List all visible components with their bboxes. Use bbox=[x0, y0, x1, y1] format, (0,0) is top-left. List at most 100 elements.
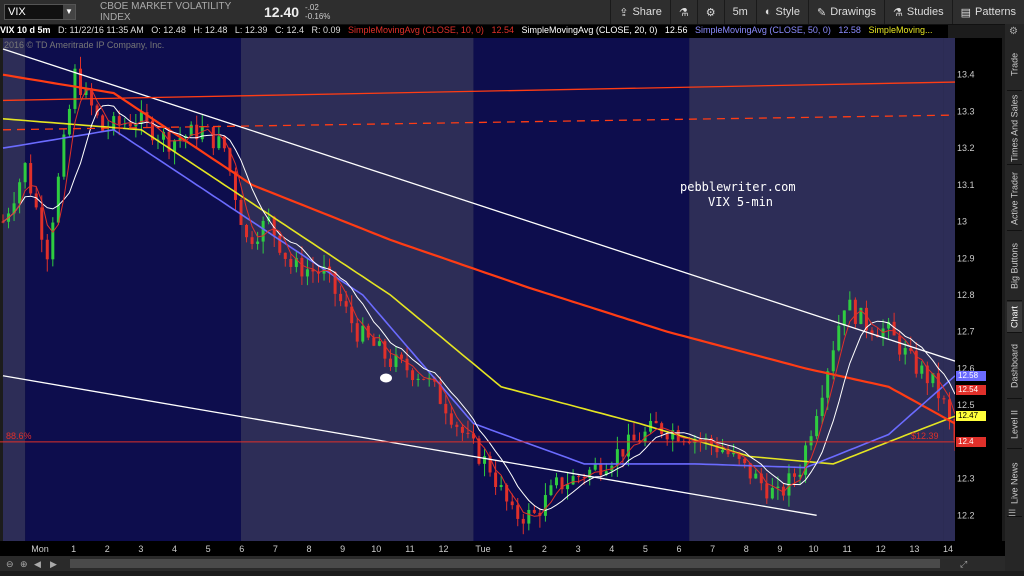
candle-body bbox=[372, 337, 376, 346]
gear-icon[interactable]: ⚙ bbox=[1009, 26, 1018, 37]
candle-body bbox=[566, 484, 570, 490]
candle-body bbox=[494, 472, 498, 488]
time-axis[interactable]: Mon 1 2 3 4 5 6 7 8 9 10 11 12 Tue 1 2 3 4 5 6 7 8 9 10 11 12 13 14 bbox=[0, 541, 1005, 556]
candle-body bbox=[23, 163, 27, 183]
scroll-right-icon[interactable]: ▶ bbox=[50, 559, 57, 569]
toolbar-button-label: Style bbox=[775, 6, 800, 18]
side-tab-level-ii[interactable]: Level II bbox=[1007, 400, 1022, 449]
sma50-label[interactable]: SimpleMovingAvg (CLOSE, 50, 0) bbox=[695, 25, 831, 35]
candle-body bbox=[527, 509, 531, 524]
marker-dot bbox=[380, 373, 392, 383]
time-tick-label: 14 bbox=[943, 544, 953, 554]
candle-body bbox=[820, 397, 824, 417]
toolbar-button-drawings[interactable]: ✎ Drawings bbox=[807, 0, 884, 24]
session-band bbox=[25, 38, 242, 541]
candle-body bbox=[261, 220, 265, 242]
side-tab-dashboard[interactable]: Dashboard bbox=[1007, 334, 1022, 399]
chevron-down-icon[interactable]: ▼ bbox=[63, 5, 75, 19]
bar-close: C: 12.4 bbox=[274, 25, 304, 35]
share-icon: ⇪ bbox=[619, 6, 629, 19]
price-tag: 12.4 bbox=[956, 436, 986, 447]
toolbar-button-flask-icon[interactable]: ⚗ bbox=[669, 0, 697, 24]
time-tick-label: 5 bbox=[206, 544, 211, 554]
scroll-thumb[interactable] bbox=[70, 559, 940, 568]
side-tab-live-news[interactable]: Live News bbox=[1007, 450, 1022, 517]
time-tick-label: 8 bbox=[307, 544, 312, 554]
price-chart[interactable]: 88.6% $12.39 pebblewriter.comVIX 5-min bbox=[0, 38, 957, 541]
symbol-description: CBOE MARKET VOLATILITY INDEX bbox=[100, 1, 232, 23]
candle-body bbox=[903, 348, 907, 355]
toolbar-button-gear-icon[interactable]: ⚙ bbox=[696, 0, 724, 24]
toolbar-button-patterns[interactable]: ▤ Patterns bbox=[951, 0, 1024, 24]
time-tick-label: Mon bbox=[31, 544, 49, 554]
candle-body bbox=[826, 371, 830, 398]
candle-body bbox=[721, 450, 725, 453]
side-tab-times-and-sales[interactable]: Times And Sales bbox=[1007, 92, 1022, 165]
side-tab-chart[interactable]: Chart bbox=[1007, 302, 1022, 333]
price-tag: 12.58 bbox=[956, 370, 986, 381]
price-tag: 12.54 bbox=[956, 385, 986, 396]
sma20-label[interactable]: SimpleMovingAvg (CLOSE, 20, 0) bbox=[522, 25, 658, 35]
toolbar-button-label: 5m bbox=[732, 6, 748, 18]
toolbar-button-style[interactable]: ◐ Style bbox=[755, 0, 808, 24]
time-tick-label: 2 bbox=[542, 544, 547, 554]
toolbar-button-share[interactable]: ⇪ Share bbox=[610, 0, 670, 24]
time-tick-label: Tue bbox=[475, 544, 490, 554]
sma20-value: 12.56 bbox=[664, 25, 688, 35]
candle-body bbox=[898, 335, 902, 355]
candle-body bbox=[770, 487, 774, 499]
sma10-label[interactable]: SimpleMovingAvg (CLOSE, 10, 0) bbox=[348, 25, 484, 35]
candle-body bbox=[45, 239, 49, 260]
chart-plot-area[interactable]: 88.6% $12.39 pebblewriter.com VIX 5-min bbox=[0, 38, 957, 541]
side-tab-big-buttons[interactable]: Big Buttons bbox=[1007, 232, 1022, 301]
candle-body bbox=[532, 509, 536, 513]
candle-body bbox=[837, 325, 841, 351]
chart-symbol-period: VIX 10 d 5m bbox=[0, 25, 51, 35]
candle-body bbox=[278, 235, 282, 253]
expand-icon[interactable]: ⤢ bbox=[959, 559, 967, 569]
candle-body bbox=[754, 473, 758, 479]
candle-body bbox=[577, 476, 581, 478]
candle-body bbox=[416, 378, 420, 381]
candle-body bbox=[289, 258, 293, 267]
toolbar-buttons: ⇪ Share ⚗ ⚙ 5m ◐ Style ✎ Drawings ⚗ Studies ▤ Patter… bbox=[610, 0, 1024, 24]
toolbar-button-studies[interactable]: ⚗ Studies bbox=[884, 0, 952, 24]
sma50-value: 12.58 bbox=[838, 25, 861, 35]
price-tag: 12.47 bbox=[956, 411, 986, 422]
bar-date: D: 11/22/16 11:35 AM bbox=[58, 25, 144, 35]
bar-low: L: 12.39 bbox=[234, 25, 268, 35]
time-tick-label: 12 bbox=[876, 544, 886, 554]
price-tick-label: 12.2 bbox=[957, 510, 975, 520]
sma-more-label[interactable]: SimpleMoving... bbox=[868, 25, 932, 35]
scroll-left-icon[interactable]: ◀ bbox=[34, 559, 41, 569]
time-axis-ticks: Mon 1 2 3 4 5 6 7 8 9 10 11 12 Tue 1 2 3 4 5 6 7 8 9 10 11 12 13 14 bbox=[31, 544, 953, 554]
candle-body bbox=[405, 358, 409, 371]
chart-scrollbar[interactable]: ⊖ ⊕ ◀ ▶ ⤢ bbox=[0, 556, 1005, 571]
fib-price-label: $12.39 bbox=[911, 431, 939, 441]
time-tick-label: 11 bbox=[842, 544, 851, 554]
session-band bbox=[241, 38, 474, 541]
symbol-selector[interactable]: VIX ▼ bbox=[4, 4, 76, 20]
candle-body bbox=[117, 116, 121, 125]
side-tab-active-trader[interactable]: Active Trader bbox=[1007, 166, 1022, 231]
time-tick-label: 12 bbox=[439, 544, 449, 554]
candle-body bbox=[543, 495, 547, 516]
candle-body bbox=[56, 176, 60, 223]
candle-body bbox=[831, 350, 835, 372]
price-tick-label: 12.3 bbox=[957, 474, 975, 484]
price-axis[interactable]: 12.212.312.412.512.612.712.812.91313.113… bbox=[955, 38, 1002, 541]
session-band bbox=[3, 38, 26, 541]
candle-body bbox=[444, 403, 448, 414]
toolbar-button-label: Drawings bbox=[830, 6, 877, 18]
candle-body bbox=[599, 464, 603, 475]
toolbar-button-label: Studies bbox=[906, 6, 944, 18]
zoom-in-icon[interactable]: ⊕ bbox=[20, 559, 28, 569]
candle-body bbox=[920, 365, 924, 374]
session-band bbox=[943, 38, 955, 541]
toolbar-button-5m[interactable]: 5m bbox=[723, 0, 756, 24]
candle-body bbox=[339, 293, 343, 302]
side-tab-trade[interactable]: Trade bbox=[1007, 38, 1022, 91]
candle-body bbox=[377, 341, 381, 346]
candle-body bbox=[78, 68, 82, 95]
zoom-out-icon[interactable]: ⊖ bbox=[6, 559, 14, 569]
